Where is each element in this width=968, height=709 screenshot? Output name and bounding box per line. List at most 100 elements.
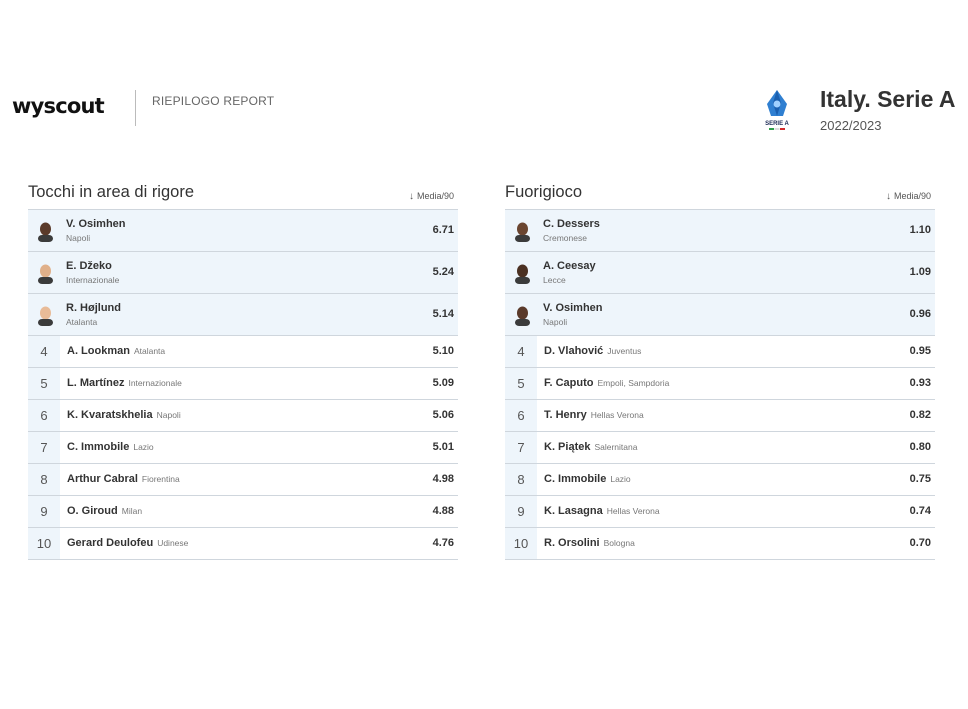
rank-number: 9 (28, 496, 60, 527)
header-divider (135, 90, 136, 126)
rank-number: 9 (505, 496, 537, 527)
table-row: 5 L. Martínez Internazionale 5.09 (28, 368, 458, 400)
player-name: V. Osimhen (66, 218, 126, 230)
rank-number: 10 (505, 528, 537, 559)
stat-value: 1.09 (909, 266, 931, 278)
stat-value: 0.95 (909, 345, 931, 357)
sort-down-arrow-icon: ↓ (408, 191, 414, 202)
table-row: V. Osimhen Napoli 0.96 (505, 294, 935, 336)
serie-a-logo-text: SERIE A (765, 121, 789, 127)
rank-number: 6 (505, 400, 537, 431)
table-row: 4 D. Vlahović Juventus 0.95 (505, 336, 935, 368)
table-header: Fuorigioco ↓ Media/90 (505, 182, 935, 210)
stat-value: 5.14 (432, 308, 454, 320)
stat-value: 0.70 (909, 537, 931, 549)
table-title: Tocchi in area di rigore (28, 183, 194, 201)
player-name: C. Dessers (543, 218, 600, 230)
sort-metric[interactable]: ↓ Media/90 (409, 191, 454, 202)
rank-number: 5 (505, 368, 537, 399)
table-row: 5 F. Caputo Empoli, Sampdoria 0.93 (505, 368, 935, 400)
player-team: Lazio (610, 474, 631, 484)
stat-value: 0.93 (909, 377, 931, 389)
table-row: R. Højlund Atalanta 5.14 (28, 294, 458, 336)
stat-value: 0.82 (909, 409, 931, 421)
rank-number: 5 (28, 368, 60, 399)
table-row: 10 R. Orsolini Bologna 0.70 (505, 528, 935, 560)
player-team: Internazionale (66, 275, 120, 285)
player-team: Atalanta (66, 317, 98, 327)
player-team: Fiorentina (141, 474, 180, 484)
player-team: Napoli (66, 233, 91, 243)
stat-value: 1.10 (909, 224, 931, 236)
stat-value: 0.96 (909, 308, 931, 320)
table-row: 9 O. Giroud Milan 4.88 (28, 496, 458, 528)
player-name: A. Ceesay (543, 260, 596, 272)
sort-metric[interactable]: ↓ Media/90 (886, 191, 931, 202)
player-name: C. Immobile (544, 473, 607, 485)
stat-value: 5.10 (432, 345, 454, 357)
player-name: T. Henry (544, 409, 587, 421)
stat-value: 0.80 (909, 441, 931, 453)
player-team: Milan (121, 506, 143, 516)
player-team: Internazionale (128, 378, 182, 388)
stat-value: 5.06 (432, 409, 454, 421)
stat-value: 5.01 (432, 441, 454, 453)
rank-number: 8 (28, 464, 60, 495)
table-row: 4 A. Lookman Atalanta 5.10 (28, 336, 458, 368)
player-name: R. Højlund (66, 302, 121, 314)
player-team: Napoli (156, 410, 181, 420)
sort-down-arrow-icon: ↓ (885, 191, 891, 202)
player-avatar-icon (513, 221, 532, 242)
stat-value: 5.24 (432, 266, 454, 278)
player-team: Lazio (133, 442, 154, 452)
table-row: 6 T. Henry Hellas Verona 0.82 (505, 400, 935, 432)
player-name: K. Piątek (544, 441, 591, 453)
player-name: O. Giroud (67, 505, 118, 517)
player-avatar-icon (36, 221, 55, 242)
table-row: 7 C. Immobile Lazio 5.01 (28, 432, 458, 464)
player-name: K. Lasagna (544, 505, 603, 517)
stat-value: 0.74 (909, 505, 931, 517)
league-title: Italy. Serie A (820, 86, 956, 112)
player-team: Salernitana (594, 442, 638, 452)
stat-value: 5.09 (432, 377, 454, 389)
wyscout-logo: wyscout (12, 94, 105, 118)
table-row: V. Osimhen Napoli 6.71 (28, 210, 458, 252)
stat-value: 0.75 (909, 473, 931, 485)
rank-number: 4 (505, 336, 537, 367)
player-name: D. Vlahović (544, 345, 604, 357)
player-name: L. Martínez (67, 377, 125, 389)
table-title: Fuorigioco (505, 183, 583, 201)
ranking-table-penalty-area-touches: Tocchi in area di rigore ↓ Media/90 V. Os… (28, 182, 458, 560)
player-team: Empoli, Sampdoria (597, 378, 670, 388)
sort-metric-label: Media/90 (893, 191, 931, 201)
rank-number: 8 (505, 464, 537, 495)
player-name: V. Osimhen (543, 302, 603, 314)
table-row: 8 C. Immobile Lazio 0.75 (505, 464, 935, 496)
league-season: 2022/2023 (820, 118, 882, 133)
table-header: Tocchi in area di rigore ↓ Media/90 (28, 182, 458, 210)
player-team: Lecce (543, 275, 566, 285)
report-label: RIEPILOGO REPORT (152, 94, 275, 108)
serie-a-logo-icon: SERIE A (765, 90, 790, 130)
player-team: Udinese (157, 538, 189, 548)
rank-number: 4 (28, 336, 60, 367)
table-row: 7 K. Piątek Salernitana 0.80 (505, 432, 935, 464)
rank-number: 6 (28, 400, 60, 431)
player-team: Napoli (543, 317, 568, 327)
player-avatar-icon (36, 305, 55, 326)
rank-number: 7 (505, 432, 537, 463)
player-avatar-icon (513, 263, 532, 284)
table-row: E. Džeko Internazionale 5.24 (28, 252, 458, 294)
stat-value: 4.76 (432, 537, 454, 549)
player-name: A. Lookman (67, 345, 130, 357)
ranking-table-offsides: Fuorigioco ↓ Media/90 C. Dessers Cremones… (505, 182, 935, 560)
stat-value: 6.71 (432, 224, 454, 236)
player-avatar-icon (513, 305, 532, 326)
table-row: 6 K. Kvaratskhelia Napoli 5.06 (28, 400, 458, 432)
table-row: A. Ceesay Lecce 1.09 (505, 252, 935, 294)
player-name: F. Caputo (544, 377, 594, 389)
player-name: C. Immobile (67, 441, 130, 453)
table-row: 10 Gerard Deulofeu Udinese 4.76 (28, 528, 458, 560)
player-team: Hellas Verona (606, 506, 660, 516)
